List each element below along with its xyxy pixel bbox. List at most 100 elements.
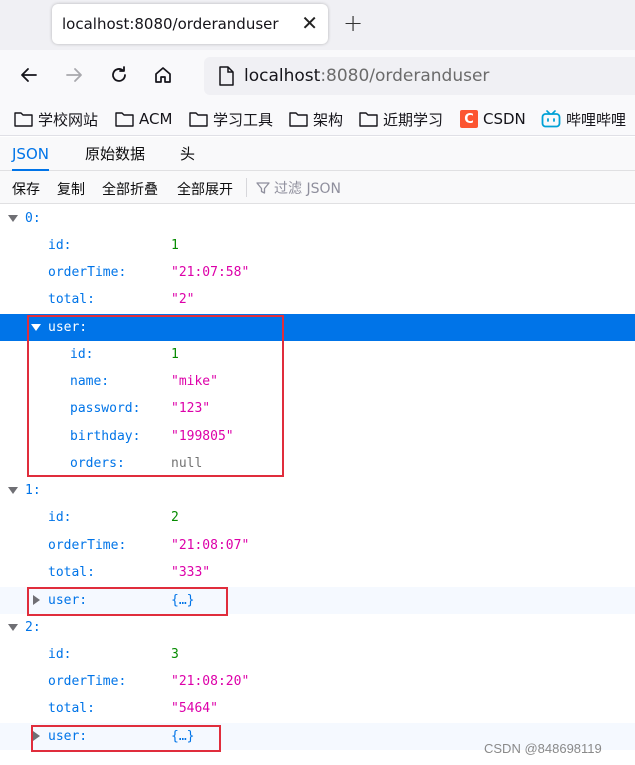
tree-row[interactable]: name: "mike": [0, 368, 635, 395]
tree-key: id:: [48, 647, 72, 662]
arrow-left-icon: [21, 68, 37, 82]
bookmark-school[interactable]: 学校网站: [14, 108, 98, 130]
tree-value: {…}: [171, 593, 195, 608]
bookmark-label: 哔哩哔哩: [566, 110, 627, 129]
tree-key: user:: [48, 593, 88, 608]
expand-arrow-icon[interactable]: [8, 215, 18, 222]
tree-value: 1: [171, 347, 179, 362]
folder-icon: [359, 112, 378, 127]
tree-row-index[interactable]: 0:: [0, 205, 635, 232]
bookmarks-bar: 学校网站 ACM 学习工具 架构 近期学习 C CSDN 哔哩哔哩: [0, 102, 635, 136]
tree-row[interactable]: orders: null: [0, 450, 635, 477]
navigation-bar: localhost:8080/orderanduser: [0, 50, 635, 102]
expand-arrow-icon[interactable]: [8, 487, 18, 494]
tab-title: localhost:8080/orderanduser: [62, 15, 279, 33]
tree-key: 0:: [25, 211, 41, 226]
tree-value: "5464": [171, 701, 218, 716]
folder-icon: [115, 112, 134, 127]
bookmark-csdn[interactable]: C CSDN: [460, 108, 526, 130]
page-icon: [219, 66, 234, 86]
json-tree: 0: id: 1 orderTime: "21:07:58" total: "2…: [0, 205, 635, 765]
tab-headers[interactable]: 头: [180, 137, 195, 170]
bookmark-bilibili[interactable]: 哔哩哔哩: [541, 108, 626, 130]
folder-icon: [189, 112, 208, 127]
tree-key: 1:: [25, 483, 41, 498]
bilibili-icon: [541, 110, 561, 128]
bookmark-recent-study[interactable]: 近期学习: [359, 108, 443, 130]
json-viewer-tabs: JSON 原始数据 头: [0, 137, 635, 171]
close-icon[interactable]: ✕: [301, 12, 318, 34]
tree-key: id:: [70, 347, 94, 362]
collapse-all-button[interactable]: 全部折叠: [102, 179, 158, 199]
home-button[interactable]: [151, 63, 175, 87]
folder-icon: [14, 112, 33, 127]
tab-json[interactable]: JSON: [12, 137, 49, 171]
tree-value: 3: [171, 647, 179, 662]
tree-row-index[interactable]: 1:: [0, 477, 635, 504]
expand-all-button[interactable]: 全部展开: [177, 179, 233, 199]
tree-row-index[interactable]: 2:: [0, 614, 635, 641]
tree-row[interactable]: total: "333": [0, 559, 635, 586]
bookmark-label: CSDN: [483, 110, 526, 128]
expand-arrow-icon[interactable]: [31, 324, 41, 331]
tree-row-collapsed[interactable]: user: {…}: [0, 587, 635, 614]
folder-icon: [289, 112, 308, 127]
save-button[interactable]: 保存: [12, 179, 40, 199]
tree-row[interactable]: password: "123": [0, 395, 635, 422]
filter-placeholder: 过滤 JSON: [274, 181, 341, 197]
url-bar[interactable]: localhost:8080/orderanduser: [204, 57, 635, 95]
tree-key: id:: [48, 238, 72, 253]
tree-row[interactable]: total: "5464": [0, 695, 635, 722]
reload-button[interactable]: [107, 63, 131, 87]
tree-value: 2: [171, 510, 179, 525]
tree-value: 1: [171, 238, 179, 253]
filter-icon: [256, 182, 270, 194]
tree-row[interactable]: id: 2: [0, 504, 635, 531]
tree-value: "2": [171, 292, 195, 307]
arrow-right-icon: [66, 68, 82, 82]
tree-key: user:: [48, 320, 88, 335]
bookmark-label: 学校网站: [38, 110, 99, 129]
tree-key: orders:: [70, 456, 125, 471]
back-button[interactable]: [17, 63, 41, 87]
browser-tab[interactable]: localhost:8080/orderanduser ✕: [52, 4, 328, 44]
tree-row[interactable]: id: 3: [0, 641, 635, 668]
forward-button[interactable]: [62, 63, 86, 87]
url-text[interactable]: localhost:8080/orderanduser: [244, 66, 489, 86]
tree-row[interactable]: total: "2": [0, 286, 635, 313]
watermark: CSDN @848698119: [484, 741, 602, 756]
toolbar-divider: [246, 178, 247, 197]
tree-key: orderTime:: [48, 538, 127, 553]
tree-value: "333": [171, 565, 211, 580]
collapse-arrow-icon[interactable]: [33, 731, 40, 741]
tree-value: "123": [171, 401, 211, 416]
tab-raw-data[interactable]: 原始数据: [85, 137, 145, 170]
csdn-icon: C: [460, 110, 478, 128]
bookmark-architecture[interactable]: 架构: [289, 108, 343, 130]
reload-icon: [112, 66, 126, 82]
tree-key: 2:: [25, 620, 41, 635]
tree-row[interactable]: orderTime: "21:08:20": [0, 668, 635, 695]
tree-row[interactable]: orderTime: "21:08:07": [0, 532, 635, 559]
tab-strip: localhost:8080/orderanduser ✕ +: [0, 0, 635, 50]
tree-row[interactable]: id: 1: [0, 232, 635, 259]
bookmark-acm[interactable]: ACM: [115, 108, 172, 130]
tree-key: total:: [48, 292, 95, 307]
copy-button[interactable]: 复制: [57, 179, 85, 199]
url-path: :8080/orderanduser: [320, 66, 490, 86]
collapse-arrow-icon[interactable]: [33, 595, 40, 605]
tree-row[interactable]: orderTime: "21:07:58": [0, 259, 635, 286]
new-tab-button[interactable]: +: [343, 10, 363, 36]
bookmark-label: 学习工具: [213, 110, 274, 129]
tree-key: id:: [48, 510, 72, 525]
bookmark-study-tools[interactable]: 学习工具: [189, 108, 273, 130]
tree-key: password:: [70, 401, 141, 416]
tree-row[interactable]: birthday: "199805": [0, 423, 635, 450]
expand-arrow-icon[interactable]: [8, 624, 18, 631]
tree-value: "21:07:58": [171, 265, 250, 280]
tree-row-selected[interactable]: user:: [0, 314, 635, 341]
tree-row[interactable]: id: 1: [0, 341, 635, 368]
filter-json-input[interactable]: 过滤 JSON: [256, 178, 341, 198]
bookmark-label: ACM: [139, 110, 173, 128]
json-toolbar: 保存 复制 全部折叠 全部展开 过滤 JSON: [0, 171, 635, 204]
